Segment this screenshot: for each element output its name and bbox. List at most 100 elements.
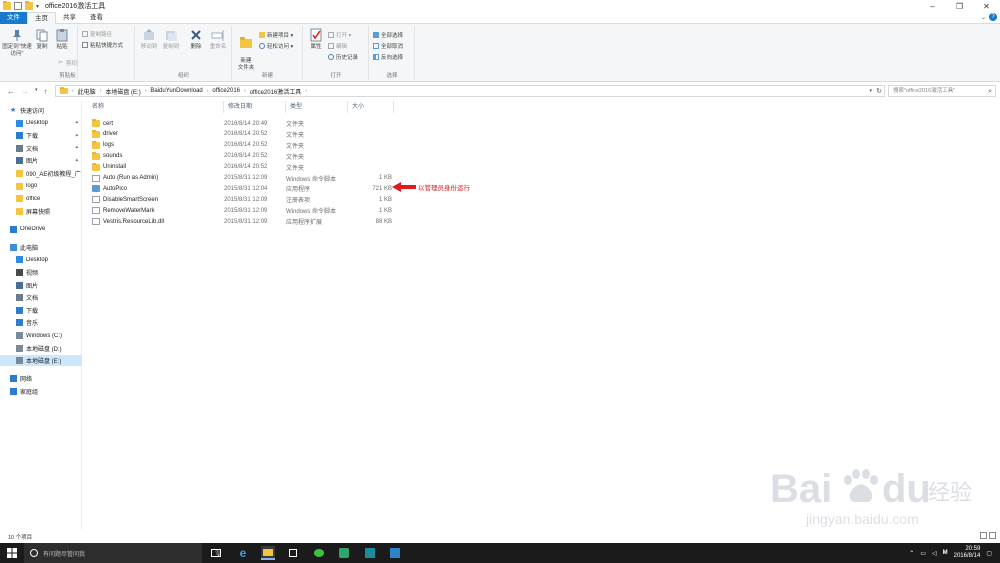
details-view-icon[interactable] (980, 532, 987, 539)
maximize-icon[interactable]: ❐ (946, 0, 973, 12)
nav-item[interactable]: office (0, 193, 82, 204)
nav-item[interactable]: 本地磁盘 (D:) (0, 343, 82, 354)
new-folder-icon[interactable] (25, 1, 33, 10)
nav-item[interactable]: 下载 ✦ (0, 130, 82, 141)
rename-button[interactable]: 重命名 (208, 28, 228, 51)
task-view-icon[interactable] (209, 546, 223, 560)
history-button[interactable]: 历史记录 (328, 53, 358, 61)
nav-item[interactable]: 图片 ✦ (0, 155, 82, 166)
properties-button[interactable]: 属性 (307, 28, 325, 51)
file-row[interactable]: DisableSmartScreen 2015/8/31 12:09 注册表项 1 K… (88, 194, 394, 205)
file-row[interactable]: sounds 2016/8/14 20:52 文件夹 (88, 151, 394, 162)
ribbon-collapse-icon[interactable]: ⌄ (981, 14, 986, 21)
nav-item[interactable]: logo (0, 181, 82, 192)
file-row[interactable]: cert 2016/8/14 20:49 文件夹 (88, 118, 394, 129)
app-teal-icon[interactable] (363, 546, 377, 560)
chevron-right-icon[interactable]: › (207, 88, 209, 94)
nav-item[interactable]: 此电脑 (0, 242, 82, 253)
minimize-icon[interactable]: – (919, 0, 946, 12)
close-icon[interactable]: ✕ (973, 0, 1000, 12)
edit-button[interactable]: 编辑 (328, 42, 347, 50)
nav-item[interactable]: 文档 (0, 292, 82, 303)
file-row[interactable]: Uninstall 2016/8/14 20:52 文件夹 (88, 162, 394, 173)
nav-item[interactable]: Desktop ✦ (0, 118, 82, 129)
chevron-right-icon[interactable]: › (305, 88, 307, 94)
easy-access-button[interactable]: 轻松访问 ▾ (259, 42, 293, 50)
nav-item[interactable]: 屏幕快照 (0, 206, 82, 217)
tab-share[interactable]: 共享 (56, 12, 83, 24)
forward-icon[interactable]: → (21, 87, 29, 96)
nav-item[interactable]: ★ 快速访问 (0, 105, 82, 116)
file-row[interactable]: AutoPico 2015/8/31 12:04 应用程序 721 KB (88, 183, 394, 194)
file-row[interactable]: Vestris.ResourceLib.dll 2015/8/31 12:09 应用… (88, 216, 394, 227)
breadcrumb-item[interactable]: office2016 (212, 88, 240, 94)
up-icon[interactable]: ↑ (44, 87, 48, 96)
file-row[interactable]: logs 2016/8/14 20:52 文件夹 (88, 140, 394, 151)
search-input[interactable]: 搜索"office2016激活工具" ⌕ (888, 85, 996, 97)
nav-item[interactable]: 090_AE初级教程_广 (0, 168, 82, 179)
cortana-search-box[interactable]: 有问题尽管问我 🎙 (24, 543, 222, 563)
nav-item[interactable]: Windows (C:) (0, 330, 82, 341)
breadcrumb-item[interactable]: 本地磁盘 (E:) (105, 87, 140, 96)
column-header-date[interactable]: 修改日期 (224, 101, 286, 113)
file-row[interactable]: Auto (Run as Admin) 2015/8/31 12:09 Window… (88, 173, 394, 184)
column-header-name[interactable]: 名称 (88, 101, 224, 113)
nav-item[interactable]: 网络 (0, 373, 82, 384)
tab-view[interactable]: 查看 (83, 12, 110, 24)
show-hidden-icons-icon[interactable]: ⌃ (909, 550, 914, 557)
file-row[interactable]: driver 2016/8/14 20:52 文件夹 (88, 129, 394, 140)
nav-item[interactable]: 图片 (0, 280, 82, 291)
new-folder-button[interactable]: 新建 文件夹 (235, 28, 257, 72)
breadcrumb[interactable]: › 此电脑 › 本地磁盘 (E:) › BaiduYunDownload › o… (55, 85, 885, 97)
volume-icon[interactable]: ◁ (932, 550, 937, 557)
recent-locations-icon[interactable]: ▾ (35, 87, 38, 96)
breadcrumb-item[interactable]: BaiduYunDownload (150, 88, 202, 94)
address-dropdown-icon[interactable]: ▾ (869, 88, 872, 94)
back-icon[interactable]: ← (7, 87, 15, 96)
ime-indicator[interactable]: M (943, 550, 948, 556)
select-all-button[interactable]: 全部选择 (373, 31, 403, 39)
chevron-right-icon[interactable]: › (145, 88, 147, 94)
copy-to-button[interactable]: 复制到 (160, 28, 182, 51)
nav-item[interactable]: 文档 ✦ (0, 143, 82, 154)
notifications-icon[interactable]: ▢ (986, 550, 992, 557)
properties-icon[interactable] (14, 2, 22, 10)
nav-item[interactable]: 视频 (0, 267, 82, 278)
file-explorer-icon[interactable] (261, 546, 275, 560)
photos-icon[interactable] (388, 546, 402, 560)
tab-home[interactable]: 主页 (27, 12, 56, 24)
column-header-type[interactable]: 类型 (286, 101, 348, 113)
breadcrumb-item[interactable]: office2016激活工具 (250, 87, 302, 96)
nav-item[interactable]: 音乐 (0, 317, 82, 328)
open-button[interactable]: 打开 ▾ (328, 31, 351, 39)
nav-item-label: 090_AE初级教程_广 (26, 172, 81, 178)
app-green-icon[interactable] (337, 546, 351, 560)
network-icon[interactable]: ▭ (920, 550, 926, 557)
delete-button[interactable]: 删除 (188, 28, 204, 51)
nav-item[interactable]: OneDrive (0, 224, 82, 235)
refresh-icon[interactable]: ↻ (876, 87, 882, 95)
help-icon[interactable]: ? (989, 13, 997, 21)
select-none-button[interactable]: 全部取消 (373, 42, 403, 50)
column-header-size[interactable]: 大小 (348, 101, 394, 113)
nav-item[interactable]: Desktop (0, 254, 82, 265)
tab-file[interactable]: 文件 (0, 12, 27, 24)
clock[interactable]: 20:59 2016/8/14 (954, 546, 981, 560)
edge-icon[interactable]: e (236, 546, 250, 560)
chevron-right-icon[interactable]: › (100, 88, 102, 94)
nav-item[interactable]: 本地磁盘 (E:) (0, 355, 82, 367)
start-button[interactable] (0, 543, 24, 563)
chevron-down-icon[interactable]: ▾ (36, 3, 39, 10)
chevron-right-icon[interactable]: › (72, 88, 74, 94)
move-to-button[interactable]: 移动到 (138, 28, 160, 51)
file-row[interactable]: RemoveWaterMark 2015/8/31 12:09 Windows 命令… (88, 205, 394, 216)
new-item-button[interactable]: 新建项目 ▾ (259, 31, 293, 39)
nav-item[interactable]: 家庭组 (0, 386, 82, 397)
store-icon[interactable] (286, 546, 300, 560)
chevron-right-icon[interactable]: › (244, 88, 246, 94)
wechat-icon[interactable] (312, 546, 326, 560)
breadcrumb-item[interactable]: 此电脑 (78, 87, 96, 96)
large-icons-view-icon[interactable] (989, 532, 996, 539)
nav-item[interactable]: 下载 (0, 305, 82, 316)
invert-selection-button[interactable]: 反向选择 (373, 53, 403, 61)
